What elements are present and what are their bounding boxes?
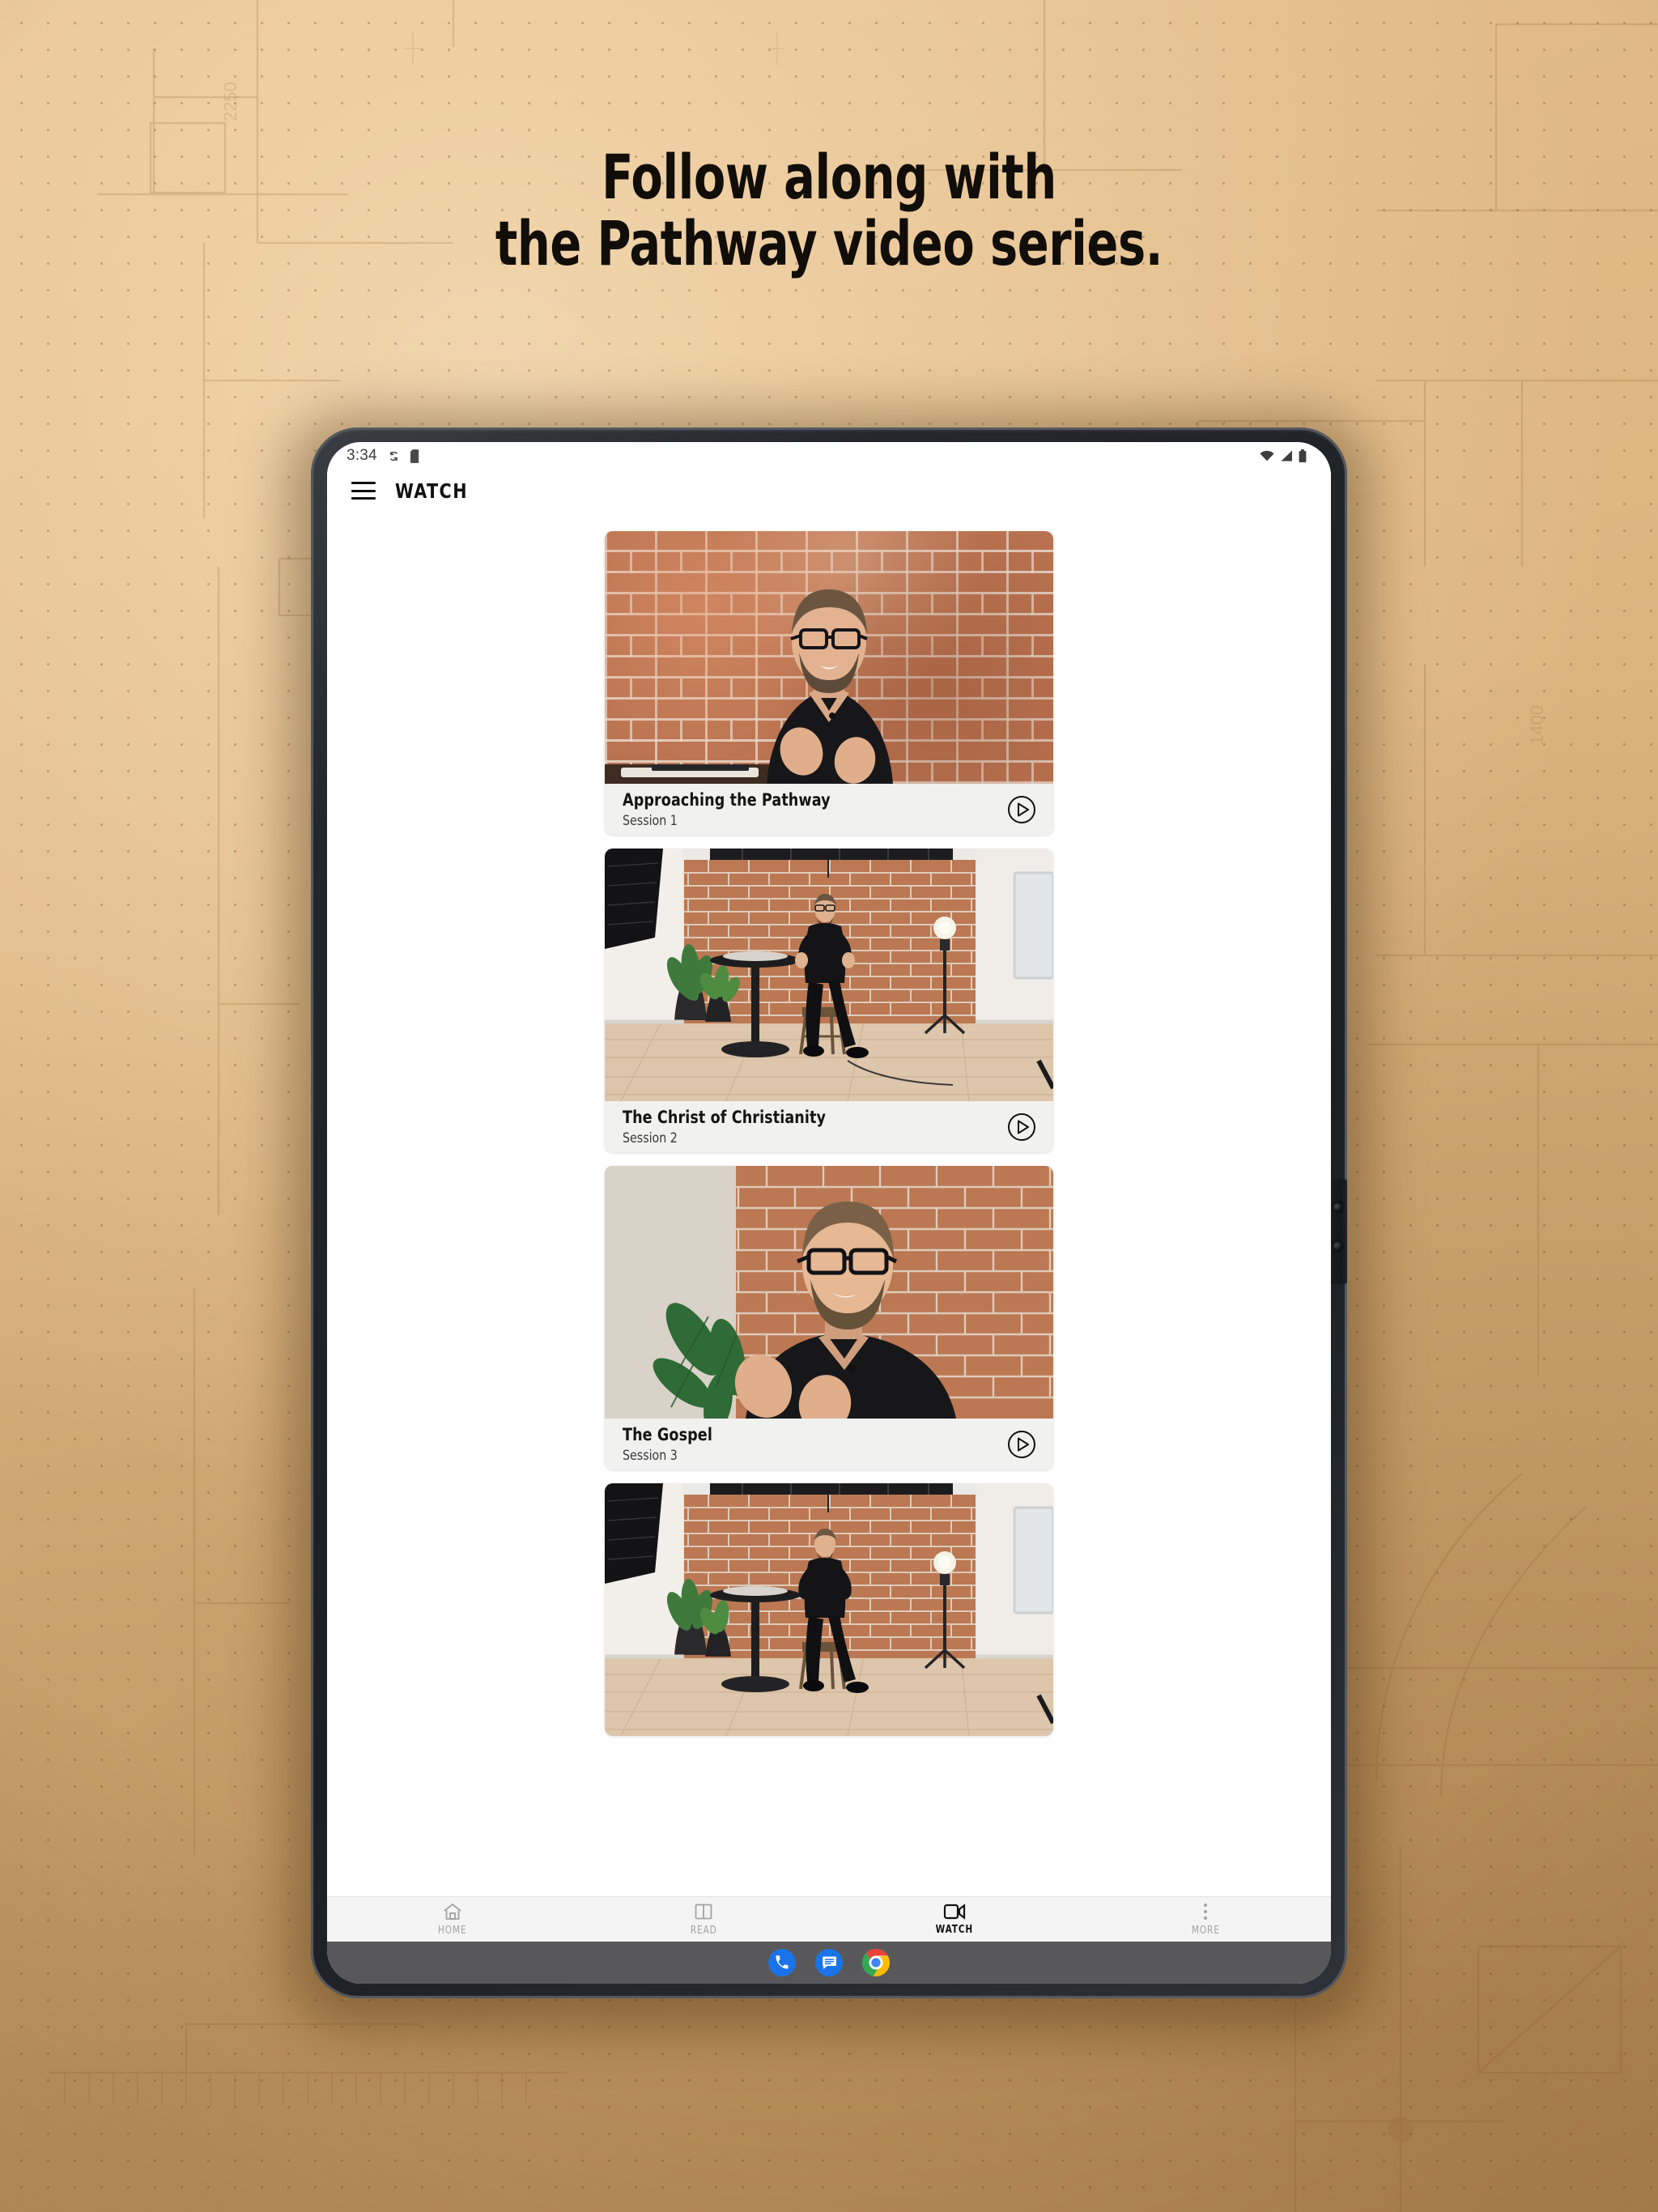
messages-app-icon[interactable] xyxy=(815,1949,843,1976)
video-card-meta: The Gospel Session 3 xyxy=(605,1419,1053,1470)
thumbnail-subject-2 xyxy=(605,849,1053,1101)
video-title: The Christ of Christianity xyxy=(623,1107,827,1127)
status-bar: 3:34 xyxy=(327,442,1331,470)
phone-app-icon[interactable] xyxy=(768,1949,796,1976)
video-camera-icon xyxy=(943,1904,966,1920)
sd-card-icon xyxy=(410,449,421,463)
video-title: The Gospel xyxy=(623,1424,712,1444)
play-circle-icon[interactable] xyxy=(1006,1112,1037,1142)
video-card-meta: The Christ of Christianity Session 2 xyxy=(605,1101,1053,1152)
tablet-device: 3:34 WATCH Approaching the Pathway Sessi… xyxy=(290,416,1368,2027)
headline-line-2: the Pathway video series. xyxy=(495,207,1163,280)
hamburger-menu-icon[interactable] xyxy=(351,482,376,500)
android-taskbar xyxy=(327,1942,1331,1984)
status-time: 3:34 xyxy=(346,447,377,464)
nav-label-read: READ xyxy=(690,1925,717,1937)
wifi-icon xyxy=(1260,450,1274,462)
video-card[interactable]: The Christ of Christianity Session 2 xyxy=(605,849,1053,1152)
thumbnail-subject-4 xyxy=(605,1483,1053,1736)
app-bar: WATCH xyxy=(327,470,1331,512)
video-title: Approaching the Pathway xyxy=(623,789,831,810)
headline-line-1: Follow along with xyxy=(602,141,1056,213)
nav-item-watch[interactable]: WATCH xyxy=(829,1903,1080,1936)
video-card[interactable] xyxy=(605,1483,1053,1736)
video-thumbnail[interactable] xyxy=(605,1166,1053,1419)
bottom-navigation: HOME READ WATCH MORE xyxy=(327,1896,1331,1942)
app-bar-title: WATCH xyxy=(395,479,469,503)
battery-icon xyxy=(1299,449,1307,462)
device-screen: 3:34 WATCH Approaching the Pathway Sessi… xyxy=(327,442,1331,1984)
play-circle-icon[interactable] xyxy=(1006,1429,1037,1460)
page-title: Follow along with the Pathway video seri… xyxy=(133,141,1525,280)
video-session: Session 3 xyxy=(623,1447,678,1464)
video-session: Session 1 xyxy=(623,812,678,829)
video-card[interactable]: The Gospel Session 3 xyxy=(605,1166,1053,1470)
volume-button-dot[interactable] xyxy=(1333,1203,1342,1212)
video-session: Session 2 xyxy=(623,1129,678,1146)
home-icon xyxy=(444,1903,461,1920)
sync-icon xyxy=(387,449,401,463)
video-card-meta: Approaching the Pathway Session 1 xyxy=(605,784,1053,835)
video-card-list: Approaching the Pathway Session 1 The Ch… xyxy=(327,531,1331,1736)
more-vertical-icon xyxy=(1204,1904,1207,1920)
thumbnail-subject-3 xyxy=(605,1166,1053,1419)
thumbnail-subject-1 xyxy=(605,589,893,784)
power-button-dot[interactable] xyxy=(1333,1242,1342,1251)
video-card[interactable]: Approaching the Pathway Session 1 xyxy=(605,531,1053,835)
video-list-scroll[interactable]: Approaching the Pathway Session 1 The Ch… xyxy=(327,512,1331,1896)
video-thumbnail[interactable] xyxy=(605,849,1053,1101)
device-bezel: 3:34 WATCH Approaching the Pathway Sessi… xyxy=(311,428,1347,1998)
book-icon xyxy=(695,1904,712,1920)
nav-item-more[interactable]: MORE xyxy=(1080,1902,1331,1937)
cell-signal-icon xyxy=(1280,450,1293,462)
nav-label-home: HOME xyxy=(438,1925,467,1937)
chrome-app-icon[interactable] xyxy=(862,1949,890,1976)
video-thumbnail[interactable] xyxy=(605,1483,1053,1736)
nav-item-home[interactable]: HOME xyxy=(327,1902,578,1937)
play-circle-icon[interactable] xyxy=(1006,794,1037,825)
nav-item-read[interactable]: READ xyxy=(578,1902,829,1937)
video-thumbnail[interactable] xyxy=(605,531,1053,784)
nav-label-more: MORE xyxy=(1191,1925,1220,1937)
nav-label-watch: WATCH xyxy=(935,1924,974,1936)
